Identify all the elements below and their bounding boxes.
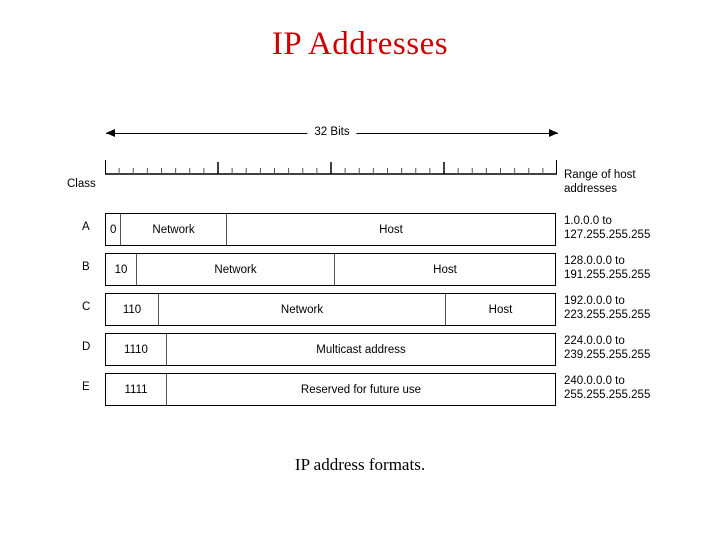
address-format-bar: 1110 Multicast address [105, 333, 556, 366]
prefix-bits-cell: 0 [110, 223, 117, 236]
class-row-d: D 1110 Multicast address 224.0.0.0 to 239.25… [0, 333, 720, 366]
class-row-c: C 110 Network Host 192.0.0.0 to 223.255.255.2… [0, 293, 720, 326]
class-row-b: B 10 Network Host 128.0.0.0 to 191.255.255.25… [0, 253, 720, 286]
range-line1: 1.0.0.0 to [564, 215, 612, 227]
range-line1: 128.0.0.0 to [564, 255, 625, 267]
range-line1: 224.0.0.0 to [564, 335, 625, 347]
arrow-head-right-icon [549, 129, 558, 137]
range-line2: 223.255.255.255 [564, 308, 651, 321]
figure-caption: IP address formats. [294, 455, 426, 474]
range-line2: 255.255.255.255 [564, 388, 651, 401]
prefix-bits-cell: 10 [114, 263, 128, 276]
host-address-range: 1.0.0.0 to 127.255.255.255 [564, 215, 720, 242]
payload-field: Multicast address [166, 334, 555, 365]
host-address-range: 128.0.0.0 to 191.255.255.255 [564, 255, 720, 282]
range-line2: 191.255.255.255 [564, 268, 651, 281]
host-address-range: 240.0.0.0 to 255.255.255.255 [564, 375, 720, 402]
host-address-range: 192.0.0.0 to 223.255.255.255 [564, 295, 720, 322]
address-format-bar: 0 Network Host [105, 213, 556, 246]
class-column-header: Class [67, 178, 96, 190]
bit-width-arrow: 32 Bits [106, 124, 558, 142]
network-field: Network [158, 294, 445, 325]
range-line1: 192.0.0.0 to [564, 295, 625, 307]
range-line1: 240.0.0.0 to [564, 375, 625, 387]
host-address-range: 224.0.0.0 to 239.255.255.255 [564, 335, 720, 362]
class-letter: E [82, 381, 90, 393]
class-letter: A [82, 221, 90, 233]
class-row-a: A 0 Network Host 1.0.0.0 to 127.255.255.255 [0, 213, 720, 246]
address-format-bar: 10 Network Host [105, 253, 556, 286]
bit-width-label: 32 Bits [307, 124, 357, 140]
range-line2: 127.255.255.255 [564, 228, 651, 241]
class-letter: B [82, 261, 90, 273]
range-line2: 239.255.255.255 [564, 348, 651, 361]
class-letter: D [82, 341, 91, 353]
class-row-e: E 1111 Reserved for future use 240.0.0.0 to… [0, 373, 720, 406]
arrow-head-left-icon [106, 129, 115, 137]
network-field: Network [136, 254, 334, 285]
prefix-bits-cell: 110 [122, 303, 142, 316]
class-letter: C [82, 301, 91, 313]
prefix-bits-cell: 1110 [124, 343, 148, 356]
address-format-bar: 1111 Reserved for future use [105, 373, 556, 406]
range-column-header: Range of host addresses [564, 169, 716, 196]
address-format-bar: 110 Network Host [105, 293, 556, 326]
network-field: Network [120, 214, 226, 245]
bit-ruler [105, 158, 557, 176]
prefix-bits-cell: 1111 [124, 383, 148, 396]
range-header-line2: addresses [564, 182, 618, 195]
range-header-line1: Range of host [564, 169, 636, 181]
payload-field: Reserved for future use [166, 374, 555, 405]
host-field: Host [334, 254, 555, 285]
host-field: Host [226, 214, 555, 245]
host-field: Host [445, 294, 555, 325]
